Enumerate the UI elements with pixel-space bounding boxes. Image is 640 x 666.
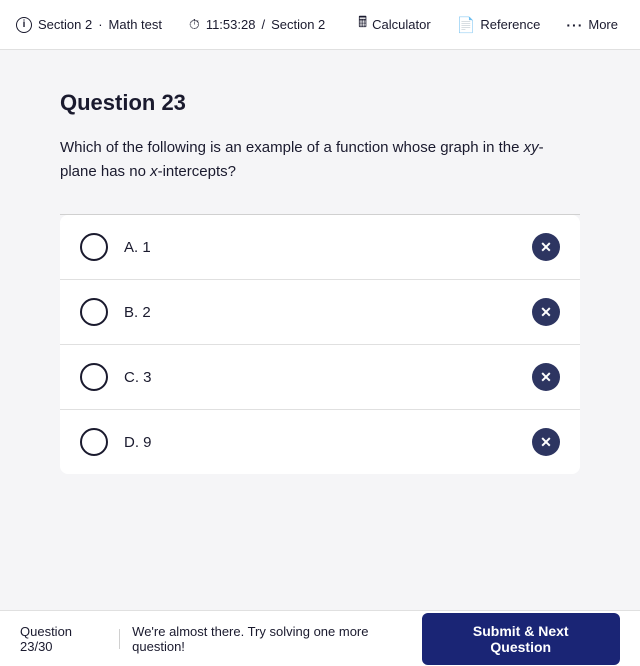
- encouragement-text: We're almost there. Try solving one more…: [132, 624, 421, 654]
- choice-left-b: B. 2: [80, 298, 151, 326]
- choice-label-d: D. 9: [124, 434, 152, 451]
- calculator-button[interactable]: 🖩 Calculator: [352, 8, 437, 41]
- reference-label: Reference: [480, 17, 540, 32]
- question-text-part3: -intercepts?: [158, 163, 236, 180]
- toolbar-actions: 🖩 Calculator 📄 Reference ··· More: [352, 8, 624, 41]
- eliminate-b[interactable]: ✕: [532, 298, 560, 326]
- radio-b[interactable]: [80, 298, 108, 326]
- eliminate-d[interactable]: ✕: [532, 428, 560, 456]
- eliminate-a[interactable]: ✕: [532, 233, 560, 261]
- choices-container: A. 1 ✕ B. 2 ✕ C. 3 ✕ D. 9 ✕: [60, 215, 580, 474]
- calculator-icon: 🖩: [358, 12, 367, 37]
- dot-separator: ·: [98, 17, 102, 32]
- bottom-bar: Question 23/30 We're almost there. Try s…: [0, 610, 640, 666]
- choice-left-c: C. 3: [80, 363, 152, 391]
- question-title: Question 23: [60, 90, 580, 116]
- radio-c[interactable]: [80, 363, 108, 391]
- more-button[interactable]: ··· More: [560, 13, 624, 37]
- top-bar: i Section 2 · Math test ⏱ 11:53:28 / Sec…: [0, 0, 640, 50]
- choice-left-d: D. 9: [80, 428, 152, 456]
- timer-slash: /: [261, 17, 265, 32]
- section-info: i Section 2 · Math test: [16, 17, 162, 33]
- timer-value: 11:53:28: [206, 17, 256, 32]
- bottom-divider: [119, 629, 120, 649]
- timer-section-label: Section 2: [271, 17, 325, 32]
- choice-label-a: A. 1: [124, 239, 151, 256]
- timer-section: ⏱ 11:53:28 / Section 2: [189, 16, 325, 33]
- question-italic-xy: xy: [524, 139, 539, 156]
- question-text-part1: Which of the following is an example of …: [60, 139, 524, 156]
- submit-button[interactable]: Submit & Next Question: [422, 613, 621, 665]
- question-text: Which of the following is an example of …: [60, 136, 580, 184]
- choice-row-b[interactable]: B. 2 ✕: [60, 280, 580, 345]
- more-label: More: [588, 17, 618, 32]
- question-italic-x: x: [150, 163, 158, 180]
- question-progress: Question 23/30: [20, 624, 107, 654]
- choice-row-a[interactable]: A. 1 ✕: [60, 215, 580, 280]
- eliminate-c[interactable]: ✕: [532, 363, 560, 391]
- choice-left-a: A. 1: [80, 233, 151, 261]
- main-content: Question 23 Which of the following is an…: [0, 50, 640, 610]
- test-name: Math test: [109, 17, 162, 32]
- reference-button[interactable]: 📄 Reference: [451, 12, 547, 38]
- clock-icon: ⏱: [189, 16, 200, 33]
- info-icon: i: [16, 17, 32, 33]
- choice-row-c[interactable]: C. 3 ✕: [60, 345, 580, 410]
- bottom-left: Question 23/30 We're almost there. Try s…: [20, 624, 422, 654]
- choice-label-c: C. 3: [124, 369, 152, 386]
- choice-row-d[interactable]: D. 9 ✕: [60, 410, 580, 474]
- radio-a[interactable]: [80, 233, 108, 261]
- choice-label-b: B. 2: [124, 304, 151, 321]
- section-label: Section 2: [38, 17, 92, 32]
- radio-d[interactable]: [80, 428, 108, 456]
- dots-icon: ···: [566, 17, 583, 33]
- calculator-label: Calculator: [372, 17, 431, 32]
- reference-icon: 📄: [457, 16, 476, 34]
